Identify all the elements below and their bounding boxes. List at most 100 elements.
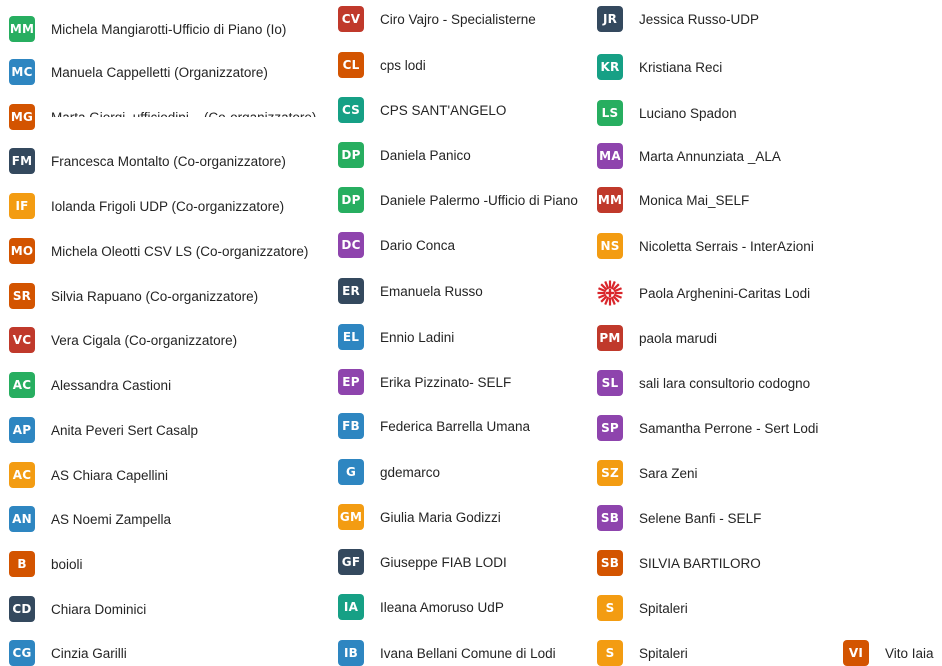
participant-name: Daniele Palermo -Ufficio di Piano — [380, 192, 578, 208]
participant-name: Anita Peveri Sert Casalp — [51, 422, 199, 438]
participant-item[interactable]: FB Federica Barrella Umana — [338, 413, 530, 439]
participant-item[interactable]: S Spitaleri — [597, 595, 688, 621]
participant-name: SILVIA BARTILORO — [639, 555, 761, 571]
avatar: MM — [9, 16, 35, 42]
participant-name: Selene Banfi - SELF — [639, 510, 762, 526]
participant-name: Ivana Bellani Comune di Lodi — [380, 645, 556, 661]
participant-name: Iolanda Frigoli UDP (Co-organizzatore) — [51, 198, 285, 214]
participant-name: Dario Conca — [380, 237, 456, 253]
participant-item[interactable]: FM Francesca Montalto (Co-organizzatore) — [9, 148, 286, 174]
participant-item[interactable]: CD Chiara Dominici — [9, 596, 146, 622]
avatar: SP — [597, 415, 623, 441]
avatar: IA — [338, 594, 364, 620]
participant-item[interactable]: SB Selene Banfi - SELF — [597, 505, 761, 531]
participant-item[interactable]: CS CPS SANT'ANGELO — [338, 97, 506, 123]
participant-item[interactable]: LS Luciano Spadon — [597, 100, 737, 126]
participant-item[interactable]: DC Dario Conca — [338, 232, 455, 258]
participant-item[interactable]: NS Nicoletta Serrais - InterAzioni — [597, 233, 814, 259]
participant-item[interactable]: DP Daniele Palermo -Ufficio di Piano — [338, 187, 578, 213]
participant-item[interactable]: IA Ileana Amoruso UdP — [338, 594, 504, 620]
avatar: MM — [597, 187, 623, 213]
participant-item[interactable]: SL sali lara consultorio codogno — [597, 370, 810, 396]
avatar: AC — [9, 462, 35, 488]
participant-name: Jessica Russo-UDP — [639, 11, 760, 27]
participant-item[interactable]: CL cps lodi — [338, 52, 426, 78]
avatar: SB — [597, 505, 623, 531]
participant-item[interactable]: AN AS Noemi Zampella — [9, 506, 171, 532]
participant-name: Alessandra Castioni — [51, 377, 172, 393]
participant-item[interactable]: MM Michela Mangiarotti-Ufficio di Piano (… — [9, 16, 286, 42]
participant-name: Marta Giorgi_ufficiodipi... (Co-organizz… — [51, 109, 317, 125]
avatar: DC — [338, 232, 364, 258]
avatar: S — [597, 640, 623, 666]
participant-item[interactable]: SP Samantha Perrone - Sert Lodi — [597, 415, 818, 441]
avatar: CL — [338, 52, 364, 78]
avatar: CG — [9, 640, 35, 666]
participant-item[interactable]: Ggdemarco — [338, 459, 440, 485]
avatar: SR — [9, 283, 35, 309]
avatar: MC — [9, 59, 35, 85]
participant-item[interactable]: MO Michela Oleotti CSV LS (Co-organizzato… — [9, 238, 308, 264]
participant-item[interactable]: IF Iolanda Frigoli UDP (Co-organizzatore) — [9, 193, 284, 219]
participant-item[interactable]: PM paola marudi — [597, 325, 717, 351]
participant-item[interactable]: Bboioli — [9, 551, 83, 577]
participant-name: Sara Zeni — [639, 465, 698, 481]
avatar: SZ — [597, 460, 623, 486]
participant-item[interactable]: GM Giulia Maria Godizzi — [338, 504, 501, 530]
participant-name: Samantha Perrone - Sert Lodi — [639, 420, 819, 436]
participant-item[interactable]: EP Erika Pizzinato- SELF — [338, 369, 511, 395]
participant-item[interactable]: EL Ennio Ladini — [338, 324, 454, 350]
participant-name: cps lodi — [380, 57, 426, 73]
participant-item[interactable]: GF Giuseppe FIAB LODI — [338, 549, 507, 575]
participant-name: Paola Arghenini-Caritas Lodi — [639, 285, 811, 301]
participant-item[interactable]: KR Kristiana Reci — [597, 54, 722, 80]
participant-name: Marta Annunziata _ALA — [639, 148, 781, 164]
participant-item[interactable]: CV Ciro Vajro - Specialisterne — [338, 6, 536, 32]
avatar: JR — [597, 6, 623, 32]
participant-item[interactable]: AC AS Chiara Capellini — [9, 462, 168, 488]
participant-item[interactable]: IB Ivana Bellani Comune di Lodi — [338, 640, 556, 666]
avatar: EP — [338, 369, 364, 395]
participant-name: Cinzia Garilli — [51, 645, 127, 661]
participant-item[interactable]: CG Cinzia Garilli — [9, 640, 127, 666]
participant-item[interactable]: Paola Arghenini-Caritas Lodi — [597, 280, 810, 306]
participant-item[interactable]: ER Emanuela Russo — [338, 278, 483, 304]
participant-name: Manuela Cappelletti (Organizzatore) — [51, 64, 268, 80]
participant-item[interactable]: S Spitaleri — [597, 640, 688, 666]
participant-name: Michela Oleotti CSV LS (Co-organizzatore… — [51, 243, 309, 259]
participant-item[interactable]: VC Vera Cigala (Co-organizzatore) — [9, 327, 237, 353]
participant-item[interactable]: MG Marta Giorgi_ufficiodipi... (Co-organi… — [9, 104, 316, 130]
participant-item[interactable]: MC Manuela Cappelletti (Organizzatore) — [9, 59, 268, 85]
participant-name: Kristiana Reci — [639, 59, 723, 75]
avatar: EL — [338, 324, 364, 350]
participant-item[interactable]: MM Monica Mai_SELF — [597, 187, 749, 213]
participant-item[interactable]: DP Daniela Panico — [338, 142, 471, 168]
avatar: AP — [9, 417, 35, 443]
participant-name: Michela Mangiarotti-Ufficio di Piano (Io… — [51, 21, 287, 37]
participant-name: Nicoletta Serrais - InterAzioni — [639, 238, 814, 254]
participant-item[interactable]: SR Silvia Rapuano (Co-organizzatore) — [9, 283, 258, 309]
participant-name: gdemarco — [380, 464, 441, 480]
avatar: FB — [338, 413, 364, 439]
participant-name: AS Chiara Capellini — [51, 467, 169, 483]
participant-item[interactable]: MA Marta Annunziata _ALA — [597, 143, 781, 169]
participant-item[interactable]: SZ Sara Zeni — [597, 460, 698, 486]
avatar: SB — [597, 550, 623, 576]
avatar: DP — [338, 187, 364, 213]
participant-name: AS Noemi Zampella — [51, 511, 172, 527]
participant-item[interactable]: SB SILVIA BARTILORO — [597, 550, 761, 576]
participant-item[interactable]: VI Vito Iaia — [843, 640, 934, 666]
participant-name: Ciro Vajro - Specialisterne — [380, 11, 536, 27]
participant-name: Luciano Spadon — [639, 105, 737, 121]
participant-name: sali lara consultorio codogno — [639, 375, 811, 391]
participant-name: Daniela Panico — [380, 147, 471, 163]
participant-item[interactable]: AC Alessandra Castioni — [9, 372, 171, 398]
participant-name: Francesca Montalto (Co-organizzatore) — [51, 153, 286, 169]
participant-item[interactable]: JR Jessica Russo-UDP — [597, 6, 759, 32]
avatar: G — [338, 459, 364, 485]
participant-name: Spitaleri — [639, 645, 688, 661]
avatar: VC — [9, 327, 35, 353]
participant-item[interactable]: AP Anita Peveri Sert Casalp — [9, 417, 198, 443]
participant-name: Emanuela Russo — [380, 283, 483, 299]
avatar: CS — [338, 97, 364, 123]
